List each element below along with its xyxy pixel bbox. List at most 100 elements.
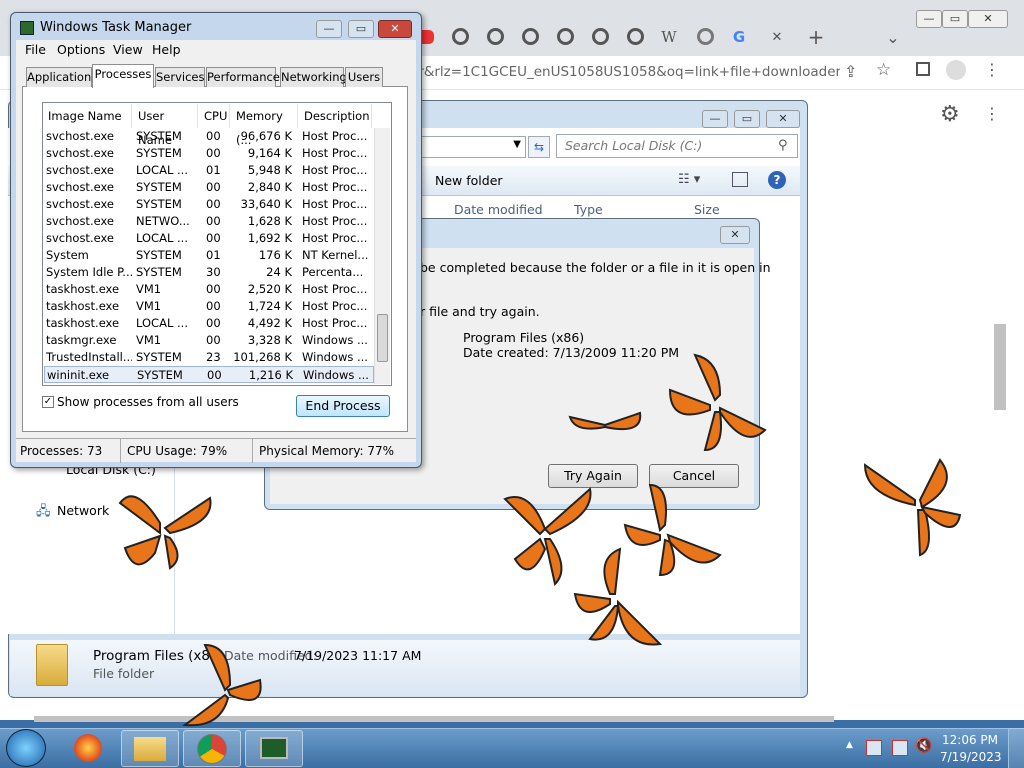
tm-maximize-button[interactable]: ▭ [348,20,374,38]
volume-muted-icon[interactable]: 🔇 [915,738,932,754]
status-memory: Physical Memory: 77% [252,439,394,463]
tab-processes[interactable]: Processes [92,64,154,88]
process-row[interactable]: taskhost.exe LOCAL ... 00 4,492 K Host Proc.… [44,315,374,332]
minimize-button[interactable]: — [916,10,942,28]
chrome-tab-icon[interactable] [522,28,539,45]
process-image-name: System [46,248,89,262]
new-folder-button[interactable]: New folder [435,173,503,188]
process-row[interactable]: taskhost.exe VM1 00 2,520 K Host Proc... [44,281,374,298]
tab-networking[interactable]: Networking [280,67,347,87]
process-row[interactable]: taskmgr.exe VM1 00 3,328 K Windows ... [44,332,374,349]
tray-expand-icon[interactable]: ▲ [846,740,853,750]
menu-file[interactable]: File [25,42,46,57]
google-icon[interactable]: G [726,24,752,50]
col-image-name[interactable]: Image Name [42,104,132,128]
process-row[interactable]: System Idle P... SYSTEM 30 24 K Percenta... [44,264,374,281]
process-row[interactable]: System SYSTEM 01 176 K NT Kernel... [44,247,374,264]
menu-view[interactable]: View [113,42,143,57]
explorer-taskbar-button[interactable] [121,730,179,767]
refresh-icon[interactable]: ⇆ [528,136,550,158]
wikipedia-icon[interactable]: W [656,24,682,50]
process-row[interactable]: svchost.exe NETWO... 00 1,628 K Host Proc... [44,213,374,230]
process-row[interactable]: svchost.exe SYSTEM 00 96,676 K Host Proc... [44,128,374,145]
col-cpu[interactable]: CPU [198,104,230,128]
share-icon[interactable]: ⇪ [844,62,857,81]
tab-search-dropdown[interactable]: ⌄ [880,24,906,50]
start-button[interactable] [6,729,46,767]
page-menu-icon[interactable]: ⋮ [984,104,1000,123]
view-options-icon[interactable]: ☷ ▾ [678,172,700,187]
column-date-modified[interactable]: Date modified [454,202,543,217]
address-dropdown[interactable]: ▼ [420,136,526,158]
process-description: Host Proc... [302,214,368,228]
column-size[interactable]: Size [694,202,720,217]
chrome-icon [197,734,227,764]
tab-users[interactable]: Users [345,67,383,87]
process-row[interactable]: wininit.exe SYSTEM 00 1,216 K Windows ... [44,366,374,383]
preview-pane-icon[interactable] [732,172,748,187]
help-icon[interactable]: ? [768,171,786,189]
close-button[interactable]: ✕ [968,10,1008,28]
dialog-close-button[interactable]: ✕ [720,226,750,244]
process-memory: 1,216 K [248,368,293,382]
network-tray-icon[interactable] [892,740,908,756]
firefox-icon[interactable] [74,734,102,762]
chrome-tab-icon[interactable] [557,28,574,45]
search-icon[interactable]: ⚲ [778,138,788,153]
process-row[interactable]: svchost.exe LOCAL ... 01 5,948 K Host Proc..… [44,162,374,179]
settings-gear-icon[interactable]: ⚙ [940,102,960,127]
chrome-taskbar-button[interactable] [183,730,241,767]
page-scrollbar-thumb[interactable] [994,324,1006,410]
bookmark-star-icon[interactable]: ☆ [876,60,891,80]
explorer-close-button[interactable]: ✕ [766,110,800,128]
chrome-tab-icon[interactable] [592,28,609,45]
process-list-scrollbar[interactable] [374,128,390,384]
col-memory[interactable]: Memory (... [230,104,298,147]
menu-options[interactable]: Options [57,42,105,57]
show-desktop-button[interactable] [1008,728,1024,768]
taskmgr-taskbar-button[interactable] [245,730,303,767]
tab-applications[interactable]: Applications [26,67,97,87]
process-image-name: svchost.exe [46,180,115,194]
chrome-tab-icon[interactable] [627,28,644,45]
nav-network[interactable]: Network [57,503,109,518]
col-description[interactable]: Description [298,104,372,128]
process-row[interactable]: svchost.exe LOCAL ... 00 1,692 K Host Proc..… [44,230,374,247]
process-description: Windows ... [302,350,368,364]
globe-icon[interactable] [697,28,714,45]
chrome-tab-icon[interactable] [487,28,504,45]
tab-performance[interactable]: Performance [206,67,280,87]
chrome-menu-icon[interactable]: ⋮ [984,60,1000,79]
clock-time[interactable]: 12:06 PM [940,733,1000,747]
tab-services[interactable]: Services [155,67,205,87]
process-row[interactable]: svchost.exe SYSTEM 00 2,840 K Host Proc... [44,179,374,196]
search-input[interactable]: Search Local Disk (C:) [556,134,798,158]
chrome-tab-icon[interactable] [452,28,469,45]
show-all-checkbox[interactable]: ✓ [42,396,54,408]
process-row[interactable]: TrustedInstall... SYSTEM 23 101,268 K Window… [44,349,374,366]
close-tab-icon[interactable]: ✕ [764,24,790,50]
process-row[interactable]: taskhost.exe VM1 00 1,724 K Host Proc... [44,298,374,315]
action-center-icon[interactable] [866,740,882,756]
column-type[interactable]: Type [574,202,603,217]
scrollbar-thumb[interactable] [377,314,388,362]
tm-minimize-button[interactable]: — [316,20,342,38]
explorer-minimize-button[interactable]: — [702,110,728,128]
col-user-name[interactable]: User Name [132,104,198,147]
address-bar[interactable]: er&rlz=1C1GCEU_enUS1058US1058&oq=link+fi… [410,60,840,84]
process-memory: 9,164 K [247,146,292,160]
process-row[interactable]: svchost.exe SYSTEM 00 9,164 K Host Proc... [44,145,374,162]
tm-close-button[interactable]: ✕ [378,20,412,38]
explorer-maximize-button[interactable]: ▭ [734,110,760,128]
show-all-label: Show processes from all users [57,395,239,409]
new-tab-button[interactable]: + [803,24,829,50]
end-process-button[interactable]: End Process [296,395,390,417]
process-description: Windows ... [302,333,368,347]
menu-help[interactable]: Help [152,42,181,57]
horizontal-scrollbar[interactable] [34,716,834,722]
maximize-button[interactable]: ▭ [942,10,968,28]
process-row[interactable]: svchost.exe SYSTEM 00 33,640 K Host Proc... [44,196,374,213]
clock-date[interactable]: 7/19/2023 [940,750,1002,764]
profile-avatar-icon[interactable] [946,60,966,80]
side-panel-icon[interactable] [916,62,930,76]
